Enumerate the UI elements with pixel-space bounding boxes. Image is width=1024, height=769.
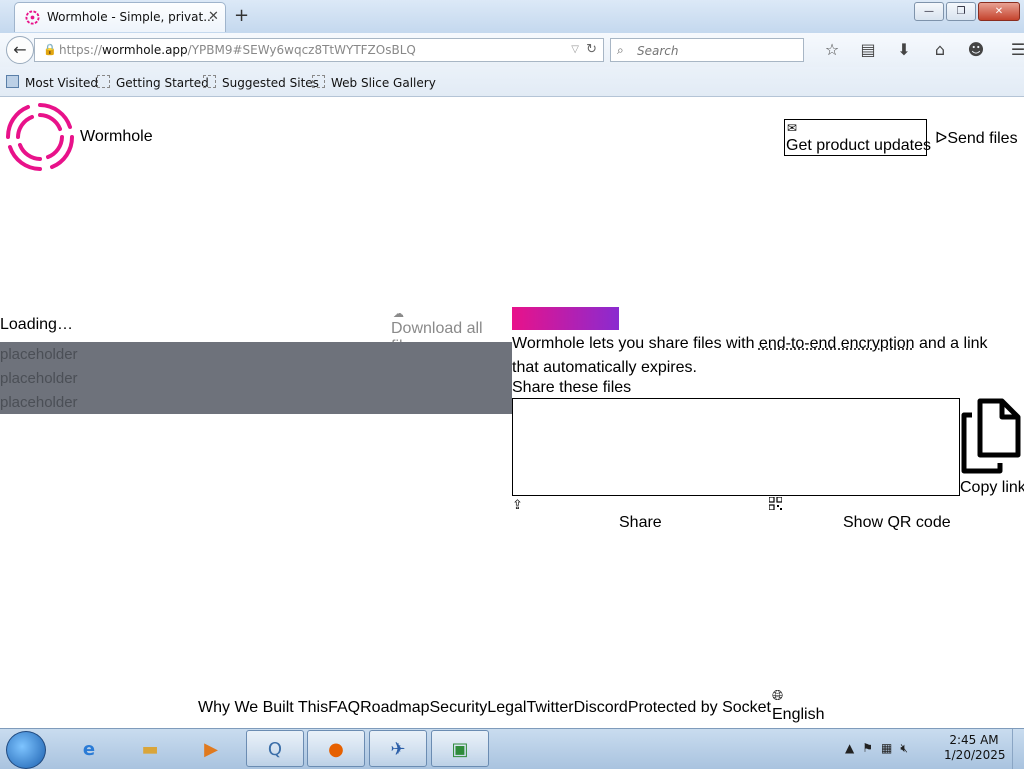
send-icon: ᐅ (935, 130, 948, 147)
placeholder-row: placeholder (0, 346, 78, 363)
footer-link-security[interactable]: Security (430, 699, 488, 716)
send-files-link[interactable]: ᐅSend files (935, 128, 1018, 148)
share-icon: ⇪ (512, 497, 523, 512)
minimize-button[interactable]: — (914, 2, 944, 21)
get-product-updates-button[interactable]: ✉ Get product updates (784, 119, 931, 156)
search-input[interactable] (635, 41, 799, 61)
title-bar: Wormhole - Simple, privat... ✕ + — ❐ ✕ (0, 0, 1024, 34)
description: Wormhole lets you share files with end-t… (512, 335, 988, 376)
volume-muted-icon[interactable]: 🔇︎ (900, 741, 908, 756)
tab-title: Wormhole - Simple, privat... (47, 10, 215, 24)
brand-name[interactable]: Wormhole (80, 128, 153, 146)
clock-time: 2:45 AM (949, 733, 999, 747)
file-list-placeholder: placeholder placeholder placeholder (0, 342, 512, 414)
system-clock[interactable]: 2:45 AM 1/20/2025 (944, 733, 1006, 763)
bookmark-most-visited[interactable]: Most Visited (6, 75, 98, 90)
url-bar[interactable]: 🔒 https://wormhole.app/YPBM9#SEWy6wqcz8T… (34, 38, 604, 62)
file-explorer-icon[interactable]: ▬ (121, 730, 179, 767)
downloads-icon[interactable]: ⬇ (886, 39, 922, 61)
browser-tab[interactable]: Wormhole - Simple, privat... ✕ (14, 2, 226, 32)
bookmarks-bar: Most Visited Getting Started Suggested S… (0, 67, 1024, 97)
footer-link-faq[interactable]: FAQ (328, 699, 360, 716)
close-window-button[interactable]: ✕ (978, 2, 1020, 21)
mail-icon: ✉ (787, 121, 798, 135)
bookmark-icon (312, 75, 325, 88)
footer-link-why[interactable]: Why We Built This (198, 699, 328, 716)
footer-link-twitter[interactable]: Twitter (526, 699, 573, 716)
bookmark-suggested-sites[interactable]: Suggested Sites (203, 75, 319, 90)
most-visited-icon (6, 75, 19, 88)
network-icon[interactable]: ▦ (881, 741, 892, 756)
bookmark-web-slice-gallery[interactable]: Web Slice Gallery (312, 75, 436, 90)
footer-link-socket[interactable]: Protected by Socket (628, 699, 771, 716)
bookmark-icon (97, 75, 110, 88)
lock-icon: 🔒 (43, 43, 57, 56)
reading-list-icon[interactable]: ▤ (850, 39, 886, 61)
system-tray: ▲ ⚑ ▦ 🔇︎ (845, 741, 908, 756)
updates-button-label: Get product updates (786, 137, 931, 154)
share-files-label: Share these files (512, 379, 632, 396)
menu-icon[interactable]: ☰ (1000, 39, 1024, 61)
footer-links: Why We Built ThisFAQRoadmapSecurityLegal… (198, 699, 771, 717)
firefox-icon[interactable]: ● (307, 730, 365, 767)
page-content: Wormhole ✉ Get product updates ᐅSend fil… (0, 97, 1024, 728)
globe-icon: 🌐︎ (772, 687, 784, 703)
back-arrow-icon: ← (13, 40, 27, 59)
placeholder-row: placeholder (0, 370, 78, 387)
url-text: https://wormhole.app/YPBM9#SEWy6wqcz8TtW… (59, 43, 416, 57)
encryption-link[interactable]: end-to-end encryption (759, 335, 915, 352)
back-button[interactable]: ← (6, 36, 34, 64)
airplane-app-icon[interactable]: ✈ (369, 730, 427, 767)
qr-code-icon (769, 497, 782, 510)
remote-desktop-icon[interactable]: ▣ (431, 730, 489, 767)
home-icon[interactable]: ⌂ (922, 39, 958, 61)
maximize-button[interactable]: ❐ (946, 2, 976, 21)
gradient-banner (512, 307, 619, 330)
start-button[interactable] (6, 731, 46, 769)
reload-icon[interactable]: ↻ (586, 39, 597, 61)
bookmark-getting-started[interactable]: Getting Started (97, 75, 209, 90)
new-tab-icon[interactable]: + (234, 5, 249, 26)
show-desktop-button[interactable] (1012, 729, 1024, 769)
share-link-field[interactable] (512, 398, 960, 496)
navigation-bar: ← 🔒 https://wormhole.app/YPBM9#SEWy6wqcz… (0, 33, 1024, 67)
qt-app-icon[interactable]: Q (246, 730, 304, 767)
bookmark-icon (203, 75, 216, 88)
tab-close-icon[interactable]: ✕ (208, 9, 219, 24)
tray-expand-icon[interactable]: ▲ (845, 741, 854, 756)
copy-link-button[interactable]: Copy link (960, 479, 1024, 497)
search-bar[interactable]: ⌕ (610, 38, 804, 62)
share-button[interactable]: Share (619, 514, 662, 532)
footer-link-roadmap[interactable]: Roadmap (360, 699, 429, 716)
action-center-flag-icon[interactable]: ⚑ (862, 741, 873, 756)
footer-link-legal[interactable]: Legal (487, 699, 526, 716)
wormhole-favicon-icon (25, 10, 40, 25)
placeholder-row: placeholder (0, 394, 78, 411)
search-icon: ⌕ (617, 43, 624, 57)
show-qr-code-button[interactable]: Show QR code (843, 514, 951, 532)
loading-text: Loading… (0, 316, 73, 333)
copy-icon[interactable] (958, 397, 1024, 475)
bookmark-star-icon[interactable]: ☆ (814, 39, 850, 61)
wormhole-logo-icon[interactable] (0, 97, 80, 177)
language-selector[interactable]: English (772, 706, 824, 724)
taskbar: e ▬ ▶ Q ● ✈ ▣ ▲ ⚑ ▦ 🔇︎ 2:45 AM 1/20/2025 (0, 728, 1024, 769)
cloud-download-icon: ☁ (393, 308, 404, 320)
chat-icon[interactable]: ☻ (958, 39, 994, 61)
clock-date: 1/20/2025 (944, 748, 1006, 762)
footer-link-discord[interactable]: Discord (574, 699, 628, 716)
internet-explorer-icon[interactable]: e (60, 730, 118, 767)
media-player-icon[interactable]: ▶ (182, 730, 240, 767)
url-dropdown-icon[interactable]: ▽ (571, 39, 579, 61)
